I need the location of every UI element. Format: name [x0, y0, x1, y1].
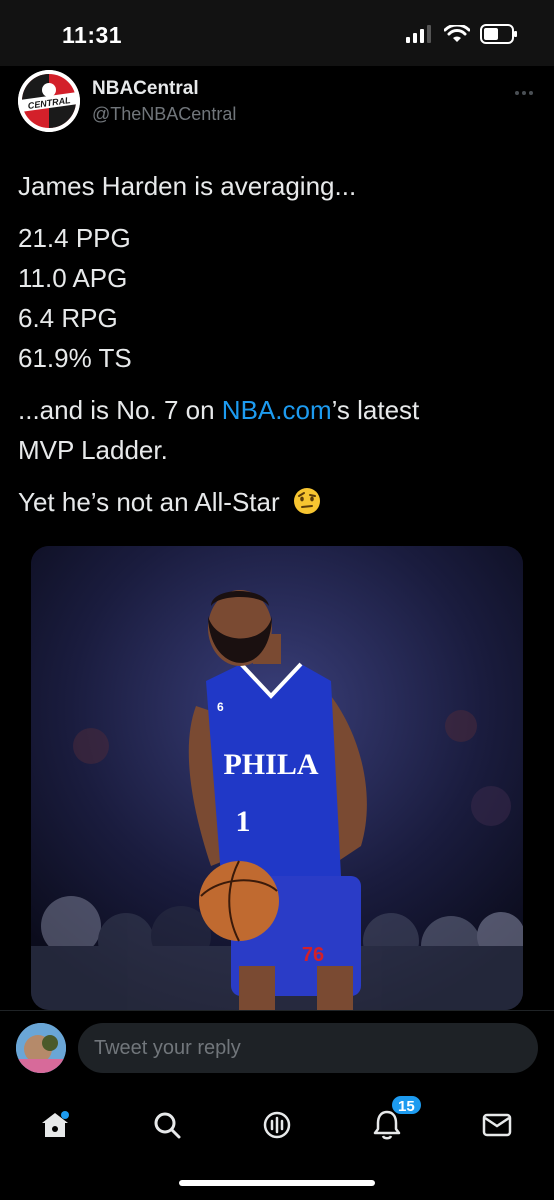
- search-icon: [154, 1112, 181, 1139]
- tweet-line: 11.0 APG: [18, 263, 128, 293]
- author-handle[interactable]: @TheNBACentral: [92, 104, 236, 125]
- tweet-line: James Harden is averaging...: [18, 171, 357, 201]
- tweet-line: 61.9% TS: [18, 343, 132, 373]
- messages-icon: [482, 1113, 512, 1137]
- tweet-header: CENTRAL NBACentral @TheNBACentral: [18, 70, 538, 132]
- jersey-patch-text: 6: [217, 700, 224, 714]
- jersey-number-text: 1: [236, 805, 251, 838]
- notifications-badge: 15: [390, 1094, 423, 1116]
- home-icon: [42, 1111, 69, 1137]
- tweet-text-span: ...and is No. 7 on: [18, 395, 222, 425]
- tweet-text: James Harden is averaging... 21.4 PPG 11…: [18, 166, 538, 522]
- tweet-image[interactable]: PHILA 1 6 76: [31, 546, 523, 1010]
- tweet-line: 21.4 PPG: [18, 223, 131, 253]
- tab-messages[interactable]: [470, 1098, 524, 1152]
- author-name[interactable]: NBACentral: [92, 78, 199, 100]
- user-avatar[interactable]: [16, 1023, 66, 1073]
- spaces-icon: [263, 1111, 291, 1139]
- nba-central-logo-icon: CENTRAL: [18, 70, 80, 132]
- author-avatar[interactable]: CENTRAL: [18, 70, 80, 132]
- tweet-line: Yet he’s not an All-Star: [18, 482, 538, 522]
- nba-com-link[interactable]: NBA.com: [222, 395, 332, 425]
- tweet-text-span: Yet he’s not an All-Star: [18, 487, 280, 517]
- user-avatar-image: [16, 1023, 66, 1073]
- jersey-team-text: PHILA: [223, 748, 318, 781]
- tweet-text-span: ’s latest: [331, 395, 420, 425]
- reply-bar: Tweet your reply: [0, 1010, 554, 1084]
- basketball-player-photo: PHILA 1 6 76: [31, 546, 523, 1010]
- status-bar: 11:31: [0, 0, 554, 66]
- tab-spaces[interactable]: [250, 1098, 304, 1152]
- home-indicator[interactable]: [179, 1180, 375, 1186]
- battery-icon: [480, 24, 517, 44]
- wifi-icon: [444, 25, 470, 42]
- shorts-logo-text: 76: [302, 944, 324, 966]
- reply-input[interactable]: Tweet your reply: [78, 1023, 538, 1073]
- status-time: 11:31: [62, 22, 123, 48]
- tab-search[interactable]: [140, 1098, 194, 1152]
- status-icons: [406, 24, 518, 44]
- tab-home[interactable]: [28, 1098, 82, 1152]
- tweet-line: 6.4 RPG: [18, 303, 118, 333]
- tweet-line: ...and is No. 7 on NBA.com’s latest: [18, 390, 538, 430]
- raised-eyebrow-emoji: [293, 488, 320, 514]
- signal-icon: [406, 25, 431, 43]
- tweet-line: MVP Ladder.: [18, 435, 168, 465]
- more-options-icon[interactable]: [514, 80, 534, 101]
